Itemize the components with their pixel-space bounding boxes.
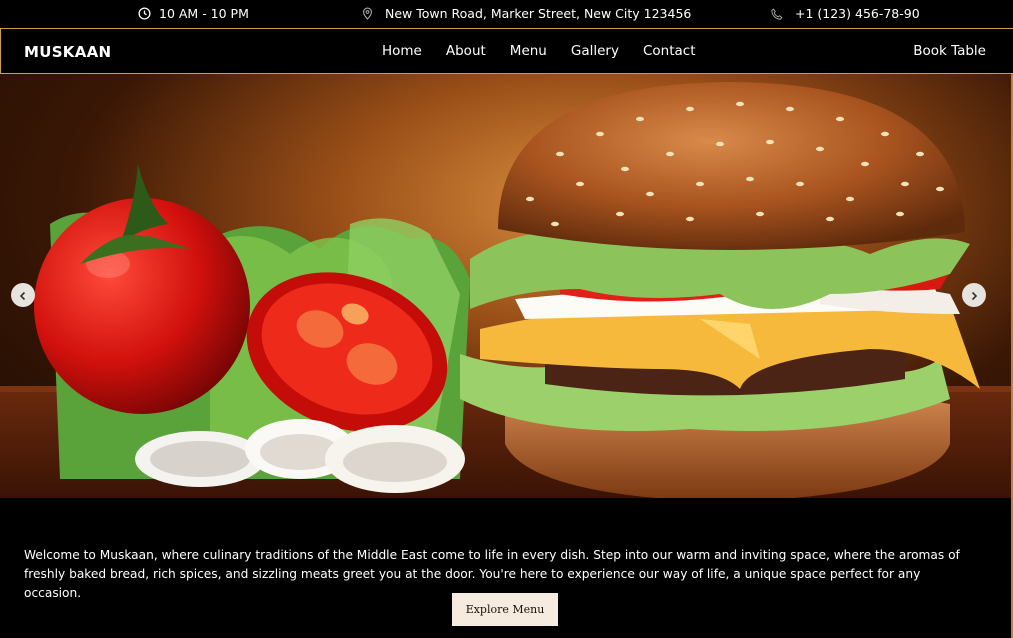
phone-icon <box>771 8 783 20</box>
hero-carousel <box>0 74 1011 498</box>
chevron-right-icon <box>969 286 979 305</box>
nav-item-gallery[interactable]: Gallery <box>571 43 619 59</box>
nav-menu: Home About Menu Gallery Contact <box>382 43 720 59</box>
hours-text: 10 AM - 10 PM <box>159 6 249 21</box>
phone-text: +1 (123) 456-78-90 <box>795 6 920 21</box>
chevron-left-icon <box>18 286 28 305</box>
clock-icon <box>138 7 151 20</box>
phone-number[interactable]: +1 (123) 456-78-90 <box>771 6 920 21</box>
top-info-bar: 10 AM - 10 PM New Town Road, Marker Stre… <box>0 0 1013 28</box>
nav-item-about[interactable]: About <box>446 43 486 59</box>
address: New Town Road, Marker Street, New City 1… <box>362 6 691 21</box>
carousel-next-button[interactable] <box>962 283 986 307</box>
intro-section: Welcome to Muskaan, where culinary tradi… <box>0 498 1011 638</box>
address-text: New Town Road, Marker Street, New City 1… <box>385 6 692 21</box>
brand-logo[interactable]: MUSKAAN <box>24 43 111 61</box>
book-table-button[interactable]: Book Table <box>913 43 986 59</box>
nav-item-menu[interactable]: Menu <box>510 43 547 59</box>
opening-hours: 10 AM - 10 PM <box>138 6 249 21</box>
carousel-prev-button[interactable] <box>11 283 35 307</box>
hero-burger-image <box>0 82 1011 498</box>
location-pin-icon <box>362 7 373 20</box>
main-navbar: MUSKAAN Home About Menu Gallery Contact … <box>0 28 1013 74</box>
nav-item-home[interactable]: Home <box>382 43 422 59</box>
explore-menu-button[interactable]: Explore Menu <box>452 593 558 626</box>
nav-item-contact[interactable]: Contact <box>643 43 696 59</box>
